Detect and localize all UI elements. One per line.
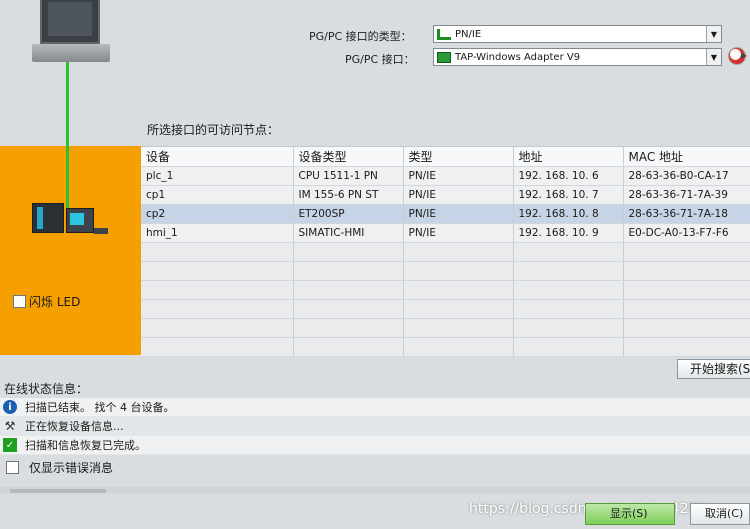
hmi-device-icon <box>66 208 94 233</box>
cell-device-type: IM 155-6 PN ST <box>293 185 404 205</box>
column-header-device[interactable]: 设备 <box>141 147 294 167</box>
cell-device-type: CPU 1511-1 PN <box>293 166 404 186</box>
show-button[interactable]: 显示(S) <box>585 503 675 525</box>
cell-device: cp1 <box>141 185 294 205</box>
cell-device-type: SIMATIC-HMI <box>293 223 404 243</box>
checkbox-icon[interactable] <box>6 461 19 474</box>
chevron-down-icon[interactable]: ▼ <box>706 26 721 42</box>
wrench-icon: ⚒ <box>4 419 16 433</box>
interface-type-label: PG/PC 接口的类型： <box>309 30 412 43</box>
checkmark-icon: ✓ <box>3 438 17 452</box>
cell-address: 192. 168. 10. 8 <box>513 204 624 224</box>
column-header-address[interactable]: 地址 <box>513 147 624 167</box>
table-row[interactable]: plc_1 CPU 1511-1 PN PN/IE 192. 168. 10. … <box>141 166 750 186</box>
status-text: 正在恢复设备信息... <box>25 420 124 433</box>
cell-type: PN/IE <box>403 204 514 224</box>
cell-device-type: ET200SP <box>293 204 404 224</box>
interface-value: TAP-Windows Adapter V9 <box>455 51 581 63</box>
scrollbar-thumb[interactable] <box>10 489 106 493</box>
cell-type: PN/IE <box>403 223 514 243</box>
cell-device: cp2 <box>141 204 294 224</box>
network-connection-line <box>66 146 69 210</box>
accessible-nodes-label: 所选接口的可访问节点： <box>147 123 280 137</box>
more-options-icon[interactable]: ▸ <box>741 48 747 62</box>
cancel-button[interactable]: 取消(C) <box>690 503 750 525</box>
status-text: 扫描和信息恢复已完成。 <box>25 439 146 452</box>
network-adapter-icon <box>437 51 451 63</box>
list-item: i 扫描已结束。 找个 4 台设备。 <box>0 398 750 417</box>
checkbox-icon[interactable] <box>13 295 26 308</box>
start-search-button[interactable]: 开始搜索(S <box>677 359 750 379</box>
plc-device-icon <box>32 203 64 233</box>
list-item: ⚒ 正在恢复设备信息... <box>0 417 750 436</box>
flash-led-label: 闪烁 LED <box>29 295 81 309</box>
table-header-row: 设备 设备类型 类型 地址 MAC 地址 <box>141 147 750 167</box>
chevron-down-icon[interactable]: ▼ <box>706 49 721 65</box>
table-row-empty <box>141 280 750 300</box>
table-row-empty <box>141 337 750 357</box>
info-icon: i <box>3 400 17 414</box>
table-row-empty <box>141 299 750 319</box>
cell-address: 192. 168. 10. 7 <box>513 185 624 205</box>
table-row-empty <box>141 318 750 338</box>
pnie-icon <box>437 28 451 40</box>
cell-mac: 28-63-36-71-7A-39 <box>623 185 750 205</box>
interface-select[interactable]: TAP-Windows Adapter V9 ▼ <box>433 48 722 66</box>
cell-mac: E0-DC-A0-13-F7-F6 <box>623 223 750 243</box>
horizontal-scrollbar[interactable] <box>0 487 750 493</box>
pg-laptop-icon <box>32 0 110 64</box>
errors-only-checkbox[interactable]: 仅显示错误消息 <box>6 459 113 476</box>
interface-label: PG/PC 接口： <box>345 53 415 66</box>
status-text: 扫描已结束。 找个 4 台设备。 <box>25 401 175 414</box>
cell-mac: 28-63-36-B0-CA-17 <box>623 166 750 186</box>
cell-mac: 28-63-36-71-7A-18 <box>623 204 750 224</box>
table-row[interactable]: hmi_1 SIMATIC-HMI PN/IE 192. 168. 10. 9 … <box>141 223 750 243</box>
column-header-mac[interactable]: MAC 地址 <box>623 147 750 167</box>
interface-type-value: PN/IE <box>455 28 482 40</box>
errors-only-label: 仅显示错误消息 <box>29 461 114 475</box>
column-header-device-type[interactable]: 设备类型 <box>293 147 404 167</box>
device-preview-panel: 闪烁 LED <box>0 146 141 355</box>
cell-type: PN/IE <box>403 185 514 205</box>
cell-address: 192. 168. 10. 9 <box>513 223 624 243</box>
table-row-empty <box>141 242 750 262</box>
cell-device: hmi_1 <box>141 223 294 243</box>
online-status-title: 在线状态信息： <box>4 382 89 396</box>
cell-device: plc_1 <box>141 166 294 186</box>
cell-type: PN/IE <box>403 166 514 186</box>
table-row-selected[interactable]: cp2 ET200SP PN/IE 192. 168. 10. 8 28-63-… <box>141 204 750 224</box>
cell-address: 192. 168. 10. 6 <box>513 166 624 186</box>
column-header-type[interactable]: 类型 <box>403 147 514 167</box>
list-item: ✓ 扫描和信息恢复已完成。 <box>0 436 750 455</box>
flash-led-checkbox[interactable]: 闪烁 LED <box>13 293 80 310</box>
nodes-table: 设备 设备类型 类型 地址 MAC 地址 plc_1 CPU 1511-1 PN… <box>141 146 750 357</box>
table-row-empty <box>141 261 750 281</box>
table-row[interactable]: cp1 IM 155-6 PN ST PN/IE 192. 168. 10. 7… <box>141 185 750 205</box>
interface-type-select[interactable]: PN/IE ▼ <box>433 25 722 43</box>
status-message-list: i 扫描已结束。 找个 4 台设备。 ⚒ 正在恢复设备信息... ✓ 扫描和信息… <box>0 398 750 455</box>
